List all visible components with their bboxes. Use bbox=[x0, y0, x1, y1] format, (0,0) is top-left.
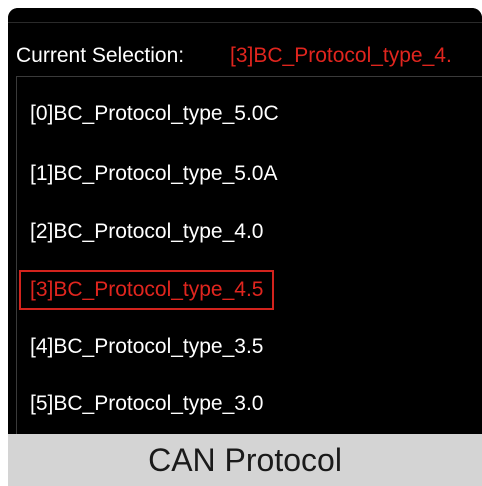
protocol-option-0[interactable]: [0]BC_Protocol_type_5.0C bbox=[19, 94, 289, 134]
protocol-option-1[interactable]: [1]BC_Protocol_type_5.0A bbox=[19, 154, 288, 194]
current-selection-label: Current Selection: bbox=[16, 44, 185, 67]
screen-title-bar: CAN Protocol bbox=[8, 434, 482, 486]
current-selection-value: [3]BC_Protocol_type_4. bbox=[230, 44, 452, 67]
protocol-option-4[interactable]: [4]BC_Protocol_type_3.5 bbox=[19, 327, 273, 367]
screen-title: CAN Protocol bbox=[148, 442, 342, 478]
protocol-option-2[interactable]: [2]BC_Protocol_type_4.0 bbox=[19, 212, 273, 252]
top-status-strip bbox=[8, 8, 482, 23]
protocol-option-5[interactable]: [5]BC_Protocol_type_3.0 bbox=[19, 384, 273, 424]
protocol-list[interactable]: [0]BC_Protocol_type_5.0C [1]BC_Protocol_… bbox=[16, 76, 482, 434]
app-screen: Current Selection: [3]BC_Protocol_type_4… bbox=[8, 8, 482, 486]
current-selection-row: Current Selection: [3]BC_Protocol_type_4… bbox=[8, 36, 482, 76]
protocol-option-3-selected[interactable]: [3]BC_Protocol_type_4.5 bbox=[19, 270, 275, 310]
